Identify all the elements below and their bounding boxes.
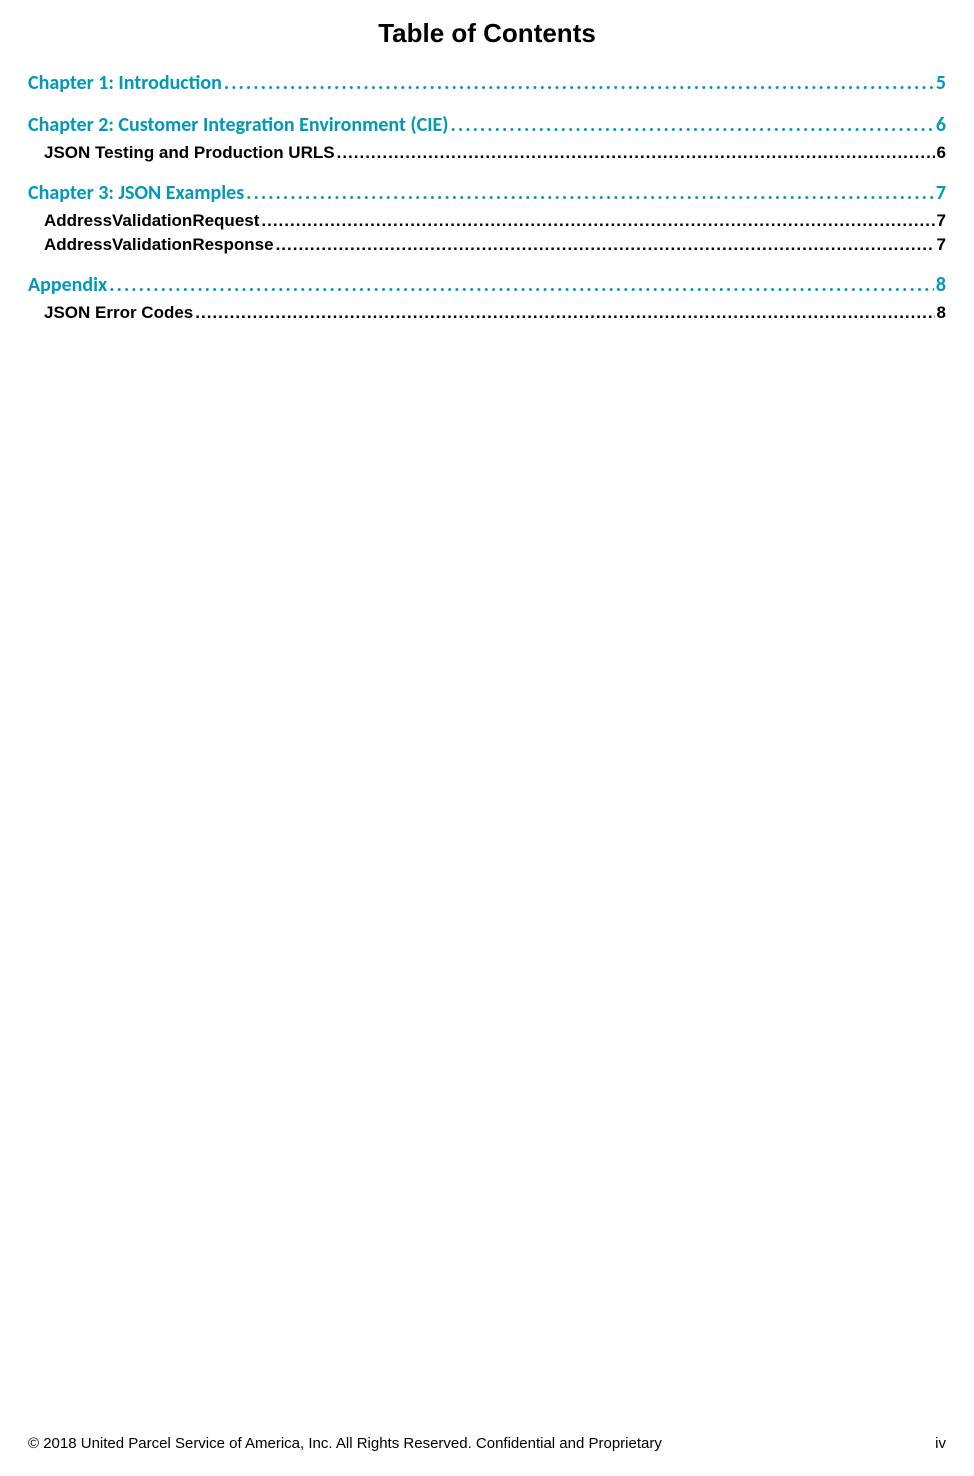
- toc-page-number: 6: [936, 113, 946, 137]
- toc-leader-dots: [224, 71, 934, 95]
- toc-label: Chapter 3: JSON Examples: [28, 181, 244, 205]
- toc-entry-appendix[interactable]: Appendix 8: [28, 273, 946, 297]
- toc-page-number: 7: [937, 235, 946, 255]
- toc-leader-dots: [109, 273, 934, 297]
- toc-entry-json-testing-urls[interactable]: JSON Testing and Production URLS 6: [28, 143, 946, 163]
- page-footer: © 2018 United Parcel Service of America,…: [28, 1435, 946, 1452]
- page-title: Table of Contents: [28, 18, 946, 49]
- toc-page-number: 5: [936, 71, 946, 95]
- toc-page-number: 7: [936, 181, 946, 205]
- toc-page-number: 8: [937, 303, 946, 323]
- toc-entry-address-validation-request[interactable]: AddressValidationRequest 7: [28, 211, 946, 231]
- toc-page-number: 8: [936, 273, 946, 297]
- toc-leader-dots: [261, 211, 934, 231]
- footer-page-number: iv: [935, 1435, 946, 1452]
- table-of-contents: Chapter 1: Introduction 5 Chapter 2: Cus…: [28, 71, 946, 323]
- toc-entry-json-error-codes[interactable]: JSON Error Codes 8: [28, 303, 946, 323]
- toc-label: Chapter 1: Introduction: [28, 71, 222, 95]
- toc-page-number: 6: [937, 143, 946, 163]
- toc-leader-dots: [246, 181, 934, 205]
- toc-leader-dots: [195, 303, 934, 323]
- toc-label: Chapter 2: Customer Integration Environm…: [28, 113, 449, 137]
- toc-label: JSON Testing and Production URLS: [44, 143, 335, 163]
- toc-page-number: 7: [937, 211, 946, 231]
- toc-label: AddressValidationResponse: [44, 235, 274, 255]
- toc-entry-chapter-3[interactable]: Chapter 3: JSON Examples 7: [28, 181, 946, 205]
- toc-leader-dots: [337, 143, 935, 163]
- toc-leader-dots: [276, 235, 935, 255]
- toc-label: JSON Error Codes: [44, 303, 193, 323]
- toc-entry-address-validation-response[interactable]: AddressValidationResponse 7: [28, 235, 946, 255]
- toc-entry-chapter-1[interactable]: Chapter 1: Introduction 5: [28, 71, 946, 95]
- footer-copyright: © 2018 United Parcel Service of America,…: [28, 1435, 662, 1452]
- toc-leader-dots: [451, 113, 934, 137]
- toc-label: Appendix: [28, 273, 107, 297]
- toc-label: AddressValidationRequest: [44, 211, 259, 231]
- toc-entry-chapter-2[interactable]: Chapter 2: Customer Integration Environm…: [28, 113, 946, 137]
